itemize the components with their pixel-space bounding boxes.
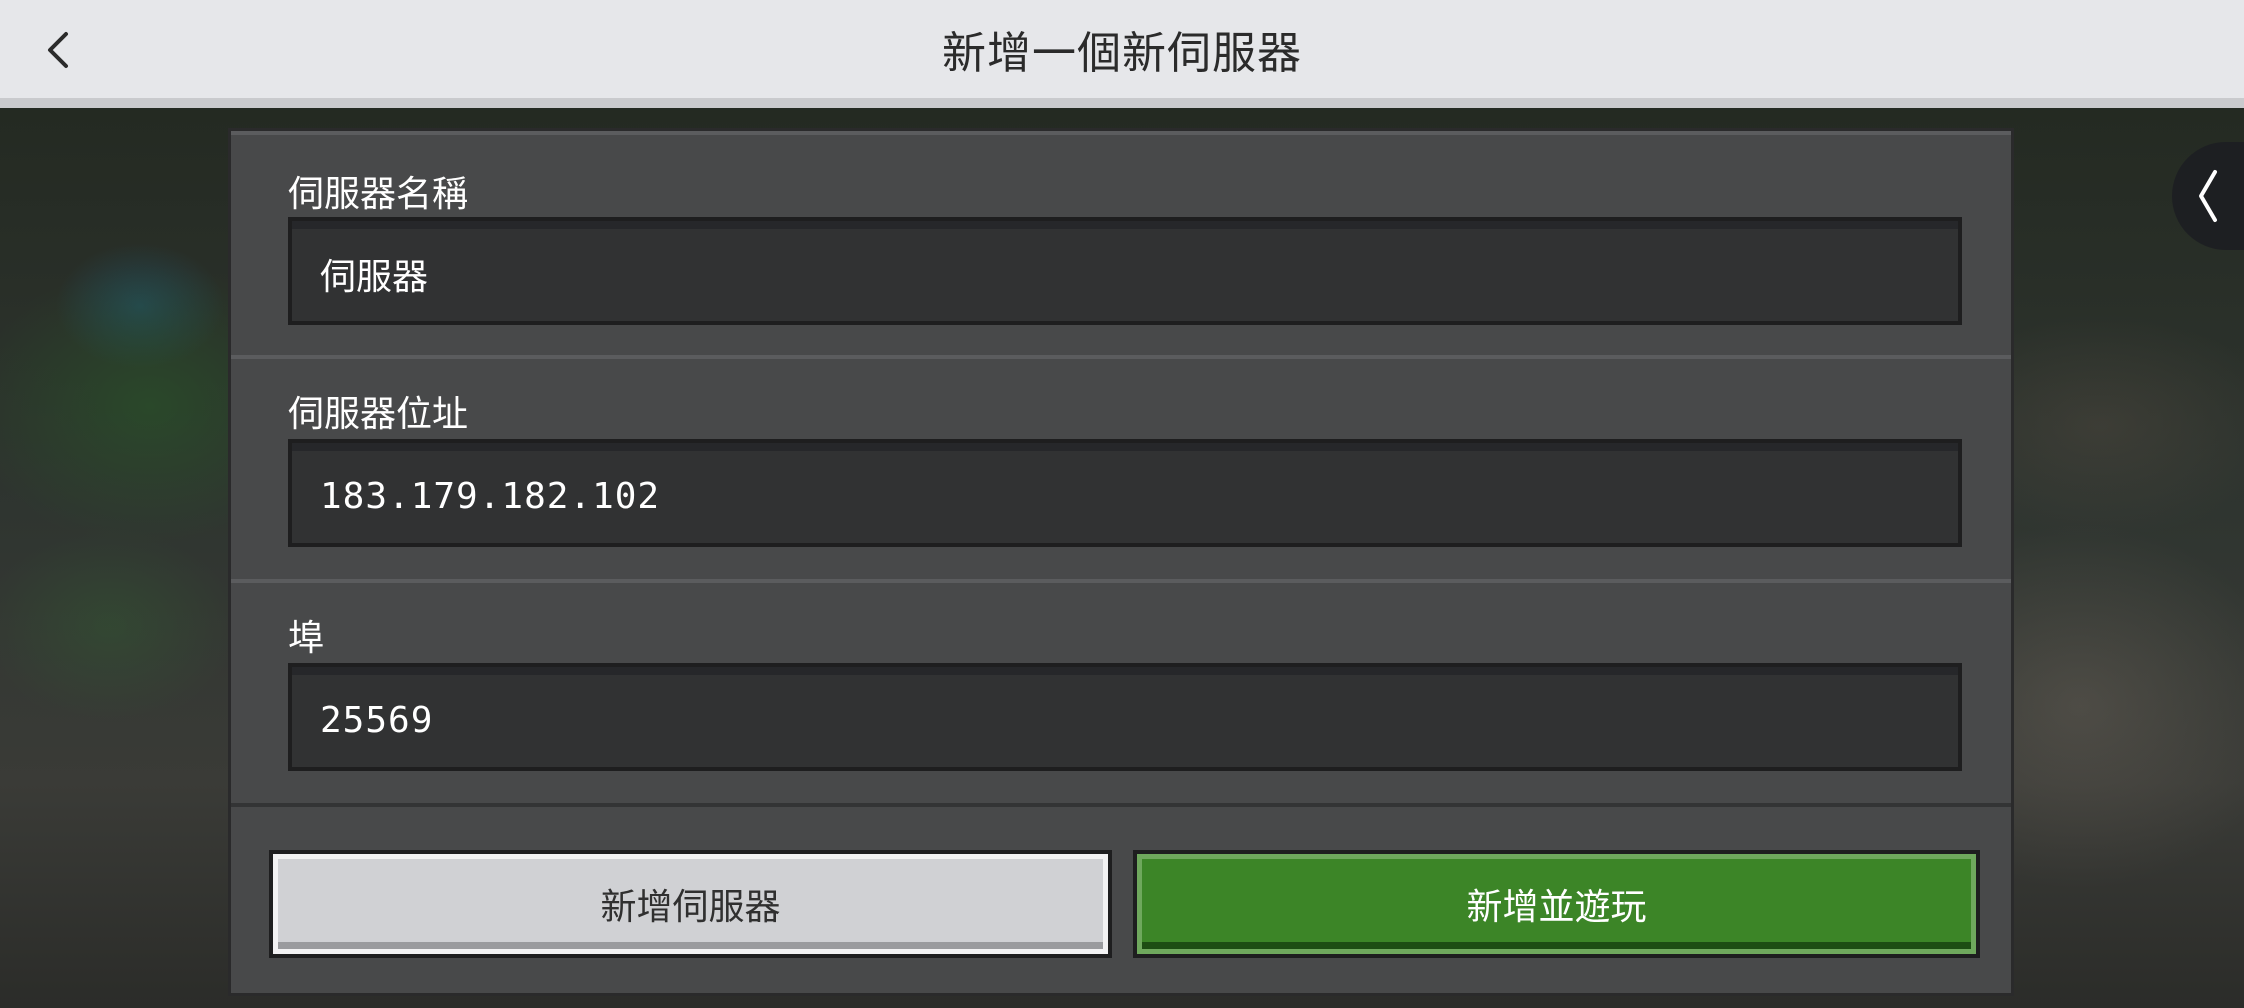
chevron-left-icon (2199, 170, 2217, 222)
server-name-value: 伺服器 (320, 257, 429, 298)
add-and-play-button-label: 新增並遊玩 (1466, 887, 1647, 928)
server-name-section: 伺服器名稱 伺服器 (231, 131, 2011, 359)
chevron-left-icon (48, 32, 68, 68)
top-bar: 新增一個新伺服器 (0, 0, 2244, 108)
port-label: 埠 (288, 618, 325, 659)
server-name-label: 伺服器名稱 (288, 174, 469, 215)
add-server-form: 伺服器名稱 伺服器 伺服器位址 183.179.182.102 埠 25569 … (228, 128, 2014, 996)
add-and-play-button[interactable]: 新增並遊玩 (1133, 850, 1980, 958)
server-address-label: 伺服器位址 (288, 394, 469, 435)
page-title: 新增一個新伺服器 (942, 28, 1302, 79)
server-address-input[interactable]: 183.179.182.102 (288, 439, 1962, 547)
port-section: 埠 25569 (231, 579, 2011, 807)
server-address-value: 183.179.182.102 (320, 475, 661, 517)
server-name-input[interactable]: 伺服器 (288, 217, 1962, 325)
port-value: 25569 (320, 699, 434, 741)
add-server-button[interactable]: 新增伺服器 (269, 850, 1112, 958)
add-server-button-label: 新增伺服器 (600, 887, 781, 928)
back-button[interactable] (28, 20, 88, 80)
server-address-section: 伺服器位址 183.179.182.102 (231, 355, 2011, 583)
port-input[interactable]: 25569 (288, 663, 1962, 771)
